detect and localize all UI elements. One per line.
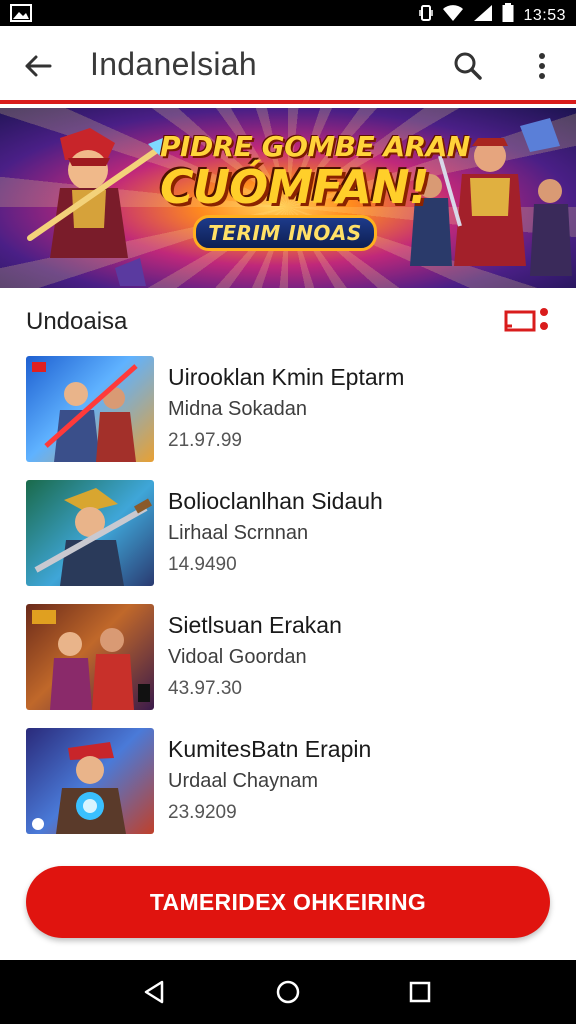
- search-button[interactable]: [448, 48, 488, 84]
- primary-cta-button[interactable]: TAMERIDEX OHKEIRING: [26, 866, 550, 938]
- game-subtitle: Vidoal Goordan: [168, 646, 307, 668]
- more-options-button[interactable]: [522, 48, 562, 84]
- game-thumbnail: [26, 604, 154, 710]
- banner-title: CUÓMFAN!: [160, 160, 430, 214]
- game-list-item[interactable]: Uirooklan Kmin Eptarm Midna Sokadan 21.9…: [26, 352, 550, 476]
- system-nav-bar: [0, 960, 576, 1024]
- game-subtitle: Lirhaal Scrnnan: [168, 522, 309, 544]
- image-icon: [10, 4, 32, 27]
- nav-recents-icon: [409, 981, 431, 1003]
- game-price: 14.9490: [168, 554, 237, 575]
- back-button[interactable]: [18, 48, 58, 84]
- wifi-icon: [442, 4, 464, 27]
- game-thumbnail: [26, 728, 154, 834]
- section-title: Undoaisa: [26, 308, 128, 335]
- vibrate-icon: [419, 4, 434, 27]
- status-time: 13:53: [523, 6, 566, 24]
- back-arrow-icon: [25, 55, 52, 77]
- game-price: 23.9209: [168, 802, 237, 823]
- game-list-item[interactable]: Bolioclanlhan Sidauh Lirhaal Scrnnan 14.…: [26, 476, 550, 600]
- game-title: Uirooklan Kmin Eptarm: [168, 364, 405, 390]
- game-list-item[interactable]: Sietlsuan Erakan Vidoal Goordan 43.97.30: [26, 600, 550, 724]
- page-title: Indanelsiah: [90, 46, 257, 82]
- banner-text: PIDRE GOMBE ARAN CUÓMFAN! TERIM INOAS: [160, 130, 470, 251]
- cast-button[interactable]: [504, 304, 550, 336]
- banner-badge: TERIM INOAS: [193, 215, 377, 251]
- nav-home-button[interactable]: [268, 974, 308, 1010]
- game-price: 21.97.99: [168, 430, 242, 451]
- game-title: KumitesBatn Erapin: [168, 736, 372, 762]
- game-title: Bolioclanlhan Sidauh: [168, 488, 383, 514]
- section-header: Undoaisa: [26, 300, 550, 340]
- game-thumbnail: [26, 356, 154, 462]
- cast-icon: [504, 308, 548, 332]
- signal-icon: [473, 4, 493, 27]
- banner-headline: PIDRE GOMBE ARAN: [160, 130, 470, 163]
- banner-hero-left-image: [27, 128, 168, 286]
- app-bar: Indanelsiah: [0, 26, 576, 104]
- game-list: Uirooklan Kmin Eptarm Midna Sokadan 21.9…: [26, 352, 550, 848]
- battery-icon: [502, 3, 514, 28]
- nav-back-icon: [144, 980, 164, 1004]
- more-vert-icon: [539, 53, 545, 79]
- nav-recents-button[interactable]: [400, 974, 440, 1010]
- game-list-item[interactable]: KumitesBatn Erapin Urdaal Chaynam 23.920…: [26, 724, 550, 848]
- game-price: 43.97.30: [168, 678, 242, 699]
- game-thumbnail: [26, 480, 154, 586]
- game-title: Sietlsuan Erakan: [168, 612, 342, 638]
- screen: 13:53 Indanelsiah PIDRE GOMBE ARAN CUÓMF…: [0, 0, 576, 1024]
- promo-banner[interactable]: PIDRE GOMBE ARAN CUÓMFAN! TERIM INOAS: [0, 108, 576, 288]
- nav-back-button[interactable]: [134, 974, 174, 1010]
- game-subtitle: Urdaal Chaynam: [168, 770, 319, 792]
- status-bar: 13:53: [0, 0, 576, 26]
- nav-home-icon: [276, 980, 300, 1004]
- game-subtitle: Midna Sokadan: [168, 398, 307, 420]
- search-icon: [454, 52, 482, 80]
